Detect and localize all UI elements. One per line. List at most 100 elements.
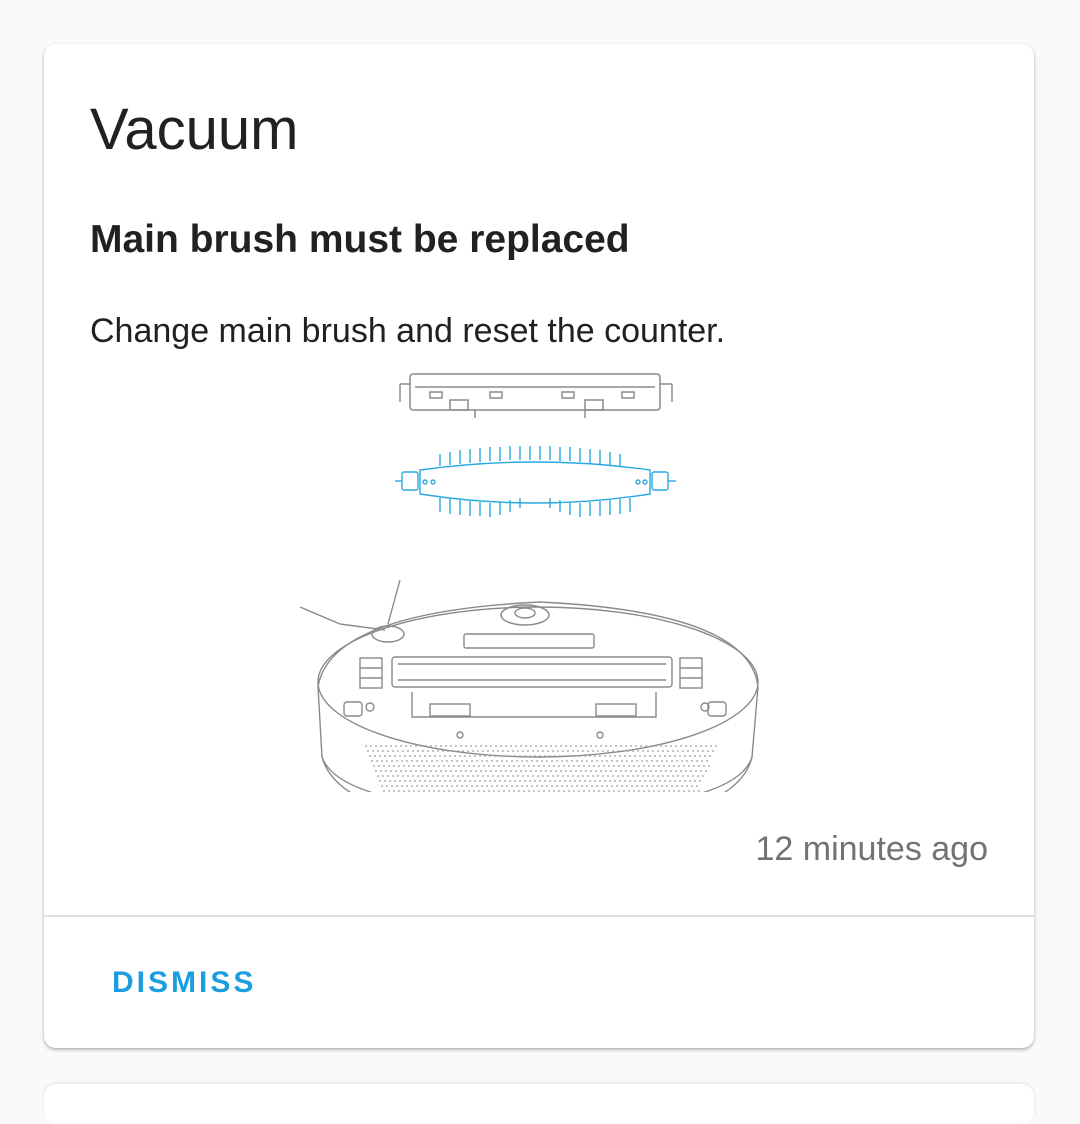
grille-dot — [515, 745, 517, 747]
grille-dot — [658, 765, 660, 767]
grille-dot — [631, 760, 633, 762]
grille-dot — [465, 770, 467, 772]
grille-dot — [535, 745, 537, 747]
grille-dot — [523, 765, 525, 767]
grille-dot — [457, 775, 459, 777]
grille-dot — [687, 775, 689, 777]
grille-dot — [583, 765, 585, 767]
grille-dot — [492, 750, 494, 752]
grille-dot — [658, 790, 660, 792]
grille-dot — [673, 765, 675, 767]
grille-dot — [545, 770, 547, 772]
grille-dot — [636, 760, 638, 762]
grille-dot — [488, 790, 490, 792]
grille-dot — [671, 760, 673, 762]
grille-dot — [449, 780, 451, 782]
grille-dot — [566, 785, 568, 787]
grille-dot — [681, 760, 683, 762]
grille-dot — [428, 790, 430, 792]
grille-dot — [367, 750, 369, 752]
grille-dot — [597, 750, 599, 752]
grille-dot — [687, 750, 689, 752]
grille-dot — [444, 780, 446, 782]
grille-dot — [695, 770, 697, 772]
grille-dot — [598, 790, 600, 792]
grille-dot — [640, 745, 642, 747]
grille-dot — [517, 775, 519, 777]
grille-dot — [648, 765, 650, 767]
grille-dot — [390, 745, 392, 747]
grille-dot — [496, 760, 498, 762]
grille-dot — [418, 765, 420, 767]
grille-dot — [537, 750, 539, 752]
grille-dot — [612, 750, 614, 752]
grille-dot — [635, 745, 637, 747]
grille-dot — [458, 790, 460, 792]
grille-dot — [654, 755, 656, 757]
grille-dot — [424, 780, 426, 782]
grille-dot — [648, 790, 650, 792]
grille-dot — [556, 760, 558, 762]
grille-dot — [516, 760, 518, 762]
grille-dot — [616, 785, 618, 787]
grille-dot — [399, 780, 401, 782]
grille-dot — [551, 785, 553, 787]
grille-dot — [495, 745, 497, 747]
grille-dot — [496, 785, 498, 787]
grille-dot — [511, 760, 513, 762]
grille-dot — [507, 775, 509, 777]
grille-dot — [589, 780, 591, 782]
grille-dot — [617, 775, 619, 777]
grille-dot — [445, 770, 447, 772]
grille-dot — [579, 755, 581, 757]
grille-dot — [424, 755, 426, 757]
grille-dot — [586, 760, 588, 762]
grille-dot — [642, 775, 644, 777]
grille-dot — [569, 780, 571, 782]
grille-dot — [475, 745, 477, 747]
grille-dot — [693, 765, 695, 767]
grille-dot — [471, 760, 473, 762]
grille-dot — [422, 750, 424, 752]
grille-dot — [657, 775, 659, 777]
grille-dot — [426, 760, 428, 762]
grille-dot — [605, 770, 607, 772]
grille-dot — [655, 745, 657, 747]
grille-dot — [669, 755, 671, 757]
grille-dot — [582, 750, 584, 752]
grille-dot — [608, 765, 610, 767]
grille-dot — [429, 780, 431, 782]
dismiss-button[interactable]: DISMISS — [96, 956, 272, 1010]
brush-cover-icon — [399, 373, 673, 418]
grille-dot — [439, 780, 441, 782]
grille-dot — [660, 770, 662, 772]
grille-dot — [601, 760, 603, 762]
grille-dot — [551, 760, 553, 762]
grille-dot — [394, 755, 396, 757]
grille-dot — [643, 790, 645, 792]
grille-dot — [556, 785, 558, 787]
grille-dot — [626, 785, 628, 787]
grille-dot — [515, 770, 517, 772]
grille-dot — [561, 760, 563, 762]
grille-dot — [615, 745, 617, 747]
grille-dot — [634, 780, 636, 782]
grille-dot — [501, 785, 503, 787]
grille-dot — [656, 785, 658, 787]
grille-dot — [667, 775, 669, 777]
grille-dot — [469, 780, 471, 782]
grille-dot — [603, 790, 605, 792]
grille-dot — [662, 775, 664, 777]
grille-dot — [621, 785, 623, 787]
grille-dot — [590, 745, 592, 747]
grille-dot — [446, 760, 448, 762]
grille-dot — [565, 770, 567, 772]
grille-dot — [591, 785, 593, 787]
grille-dot — [704, 755, 706, 757]
grille-dot — [365, 745, 367, 747]
grille-dot — [554, 780, 556, 782]
grille-dot — [487, 750, 489, 752]
grille-dot — [512, 775, 514, 777]
grille-dot — [395, 770, 397, 772]
grille-dot — [610, 745, 612, 747]
